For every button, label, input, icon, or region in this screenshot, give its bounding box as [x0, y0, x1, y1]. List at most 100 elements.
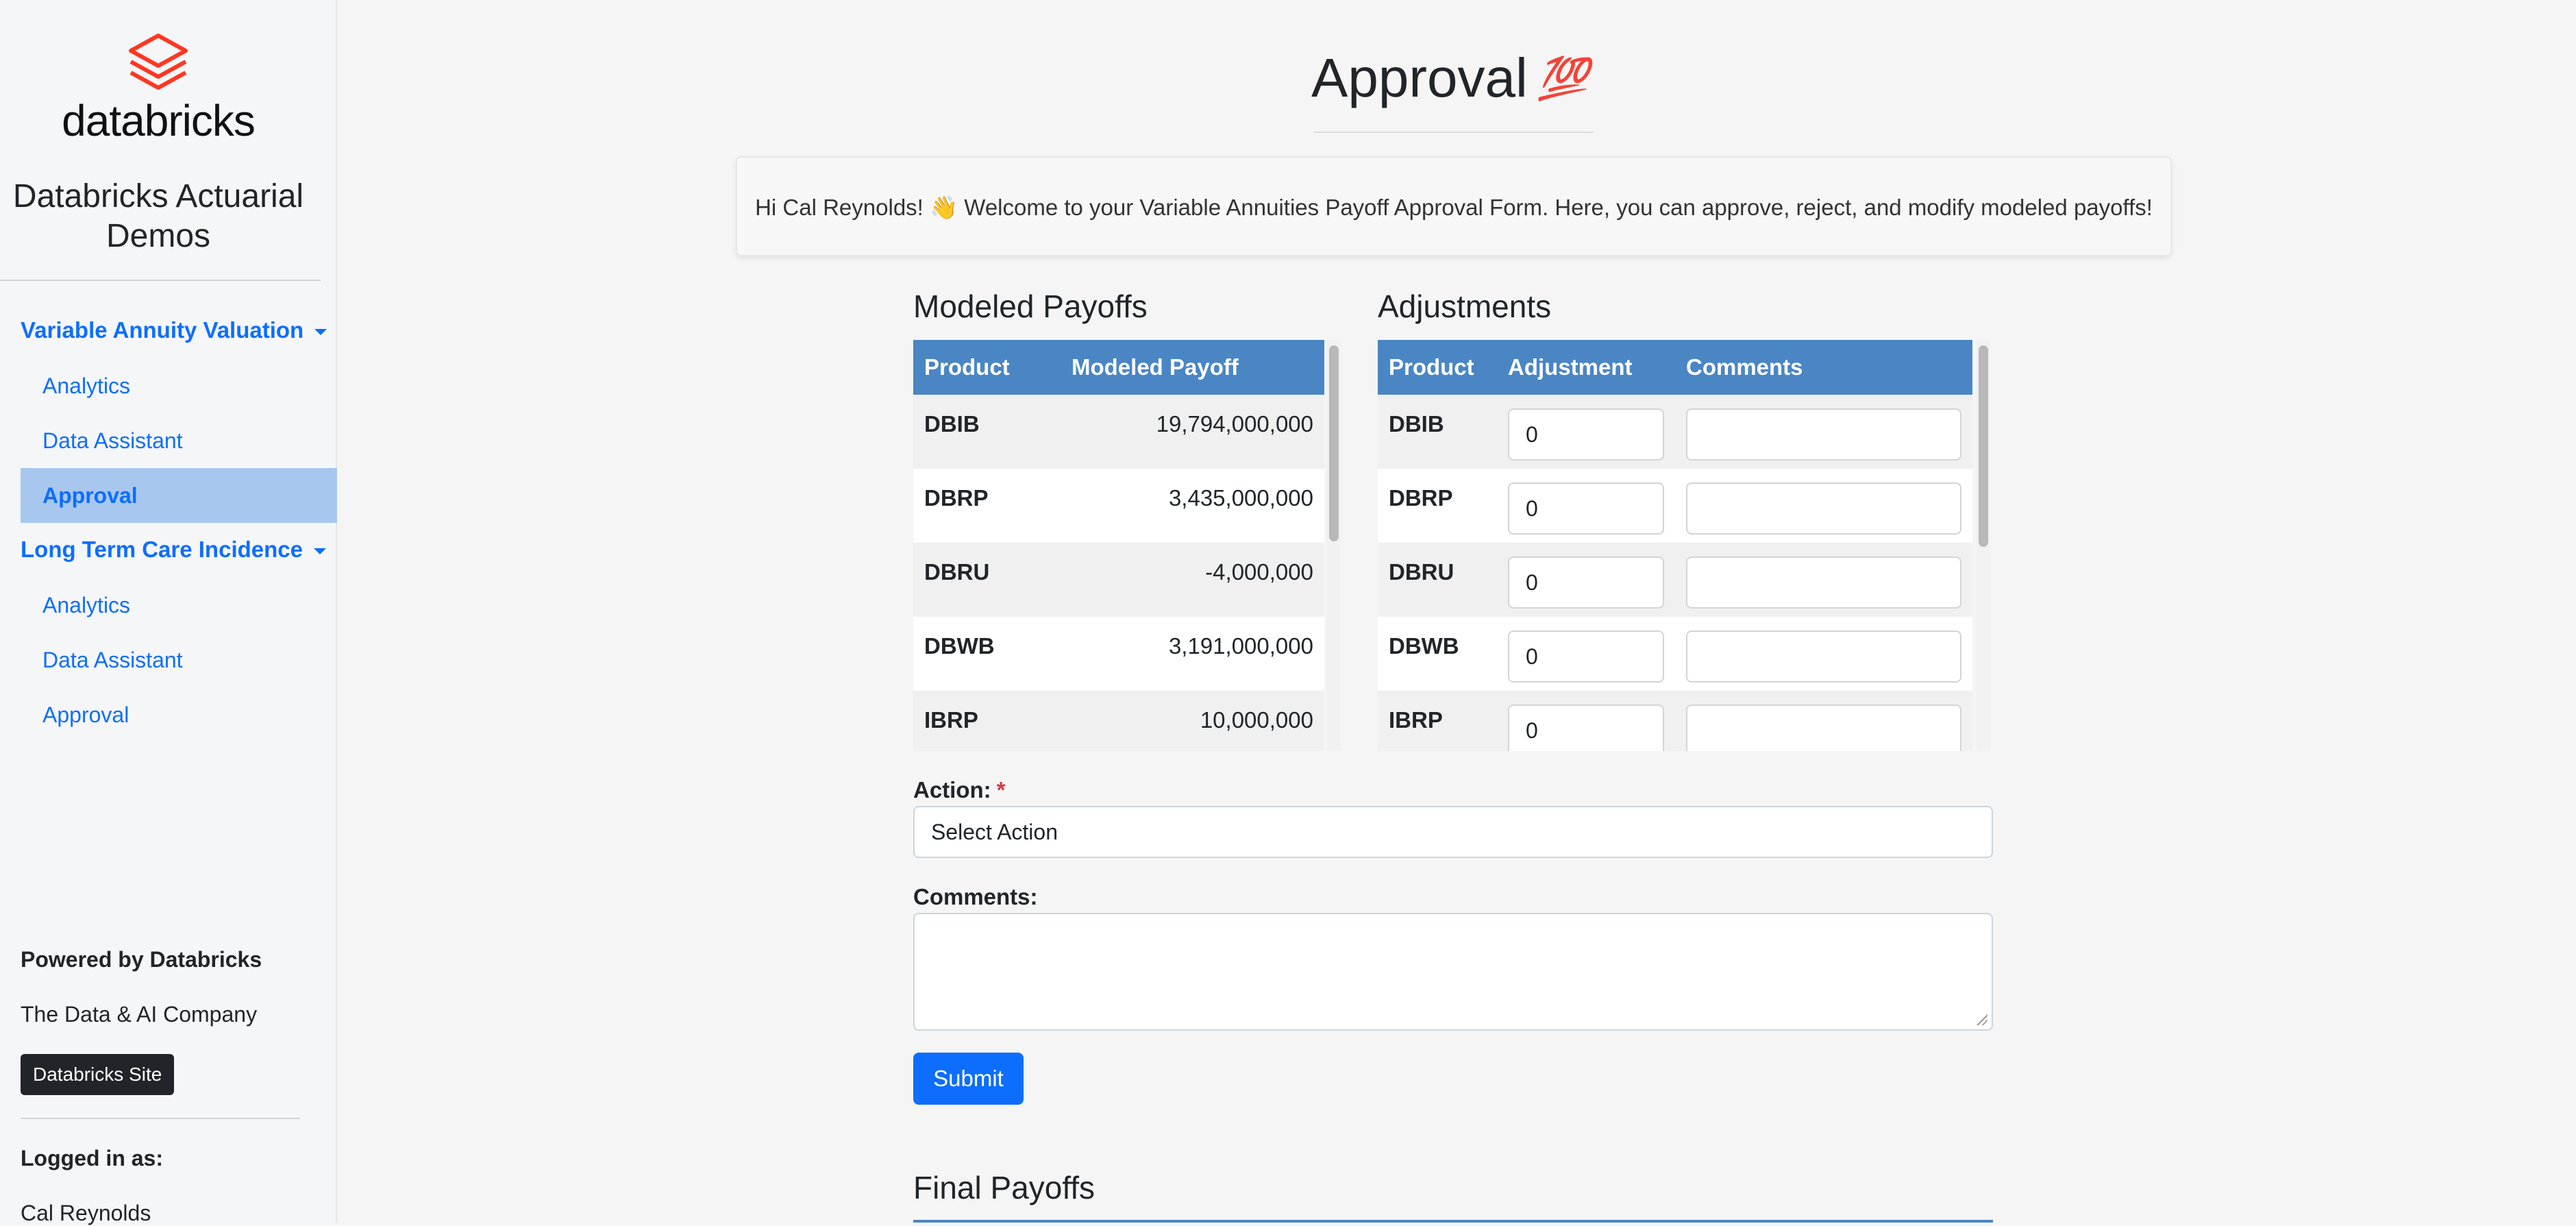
- adjustments-table-scrollbar[interactable]: [1977, 340, 1990, 751]
- sidebar-item-label: Approval: [42, 483, 138, 508]
- column-header-product[interactable]: Product: [1378, 340, 1497, 395]
- modeled-payoffs-heading: Modeled Payoffs: [913, 289, 1148, 324]
- brand-logo[interactable]: databricks: [0, 32, 317, 143]
- adjustment-cell: 0: [1497, 395, 1675, 469]
- comment-input[interactable]: [1686, 556, 1961, 609]
- brand-wordmark: databricks: [62, 96, 256, 145]
- adjustment-input[interactable]: 0: [1508, 482, 1664, 535]
- sidebar-item-label: Analytics: [42, 373, 131, 398]
- product-cell: DBRU: [1378, 543, 1497, 617]
- table-row: DBWB 3,191,000,000: [913, 617, 1324, 691]
- logged-in-user: Cal Reynolds: [21, 1201, 151, 1225]
- nav-section-variable-annuity[interactable]: Variable Annuity Valuation: [21, 317, 327, 343]
- product-cell: DBRP: [1378, 469, 1497, 543]
- comment-input[interactable]: [1686, 704, 1961, 751]
- welcome-banner: Hi Cal Reynolds! 👋 Welcome to your Varia…: [736, 156, 2172, 256]
- comment-cell: [1675, 469, 1972, 543]
- product-cell: DBRP: [913, 469, 1061, 543]
- table-row: DBRU -4,000,000: [913, 543, 1324, 617]
- adjustment-input[interactable]: 0: [1508, 630, 1664, 683]
- sidebar-item-ltc-data-assistant[interactable]: Data Assistant: [21, 633, 337, 687]
- product-cell: DBIB: [1378, 395, 1497, 469]
- powered-by-subtitle: The Data & AI Company: [21, 1002, 258, 1027]
- comment-input[interactable]: [1686, 630, 1961, 683]
- sidebar: databricks Databricks Actuarial Demos Va…: [0, 0, 337, 1225]
- payoff-cell: 3,191,000,000: [1061, 617, 1324, 691]
- sidebar-item-label: Analytics: [42, 593, 131, 617]
- page-title: Approval 💯: [1311, 45, 1589, 112]
- adjustment-cell: 0: [1497, 617, 1675, 691]
- product-cell: IBRP: [1378, 691, 1497, 751]
- sidebar-item-ltc-analytics[interactable]: Analytics: [21, 578, 337, 633]
- product-cell: DBIB: [913, 395, 1061, 469]
- sidebar-item-label: Approval: [42, 702, 129, 727]
- action-label: Action: *: [913, 777, 1006, 803]
- table-row: DBRU 0: [1378, 543, 1972, 617]
- databricks-site-button[interactable]: Databricks Site: [21, 1054, 175, 1095]
- final-payoffs-heading: Final Payoffs: [913, 1170, 1095, 1205]
- product-cell: IBRP: [913, 691, 1061, 751]
- comment-cell: [1675, 691, 1972, 751]
- table-row: DBIB 19,794,000,000: [913, 395, 1324, 469]
- sidebar-item-label: Data Assistant: [42, 648, 183, 672]
- page-title-text: Approval: [1311, 47, 1528, 108]
- comment-input[interactable]: [1686, 408, 1961, 461]
- resize-handle-icon[interactable]: [1977, 1014, 1987, 1025]
- table-row: DBIB 0: [1378, 395, 1972, 469]
- hundred-points-icon: 💯: [1537, 56, 1589, 101]
- logged-in-label: Logged in as:: [21, 1146, 163, 1170]
- welcome-text: Hi Cal Reynolds! 👋 Welcome to your Varia…: [755, 195, 2153, 220]
- sidebar-item-va-analytics[interactable]: Analytics: [21, 358, 337, 413]
- title-divider: [1314, 132, 1594, 133]
- submit-button[interactable]: Submit: [913, 1053, 1024, 1105]
- modeled-payoffs-table[interactable]: Product Modeled Payoff DBIB 19,794,000,0…: [913, 340, 1324, 751]
- comments-textarea[interactable]: [913, 913, 1993, 1031]
- table-row: DBWB 0: [1378, 617, 1972, 691]
- databricks-logo-icon: [129, 34, 188, 90]
- caret-down-icon: [314, 328, 327, 335]
- sidebar-divider: [0, 280, 321, 281]
- sidebar-item-va-approval[interactable]: Approval: [21, 468, 337, 523]
- product-cell: DBWB: [913, 617, 1061, 691]
- action-select[interactable]: Select Action: [913, 806, 1993, 858]
- comment-input[interactable]: [1686, 482, 1961, 535]
- comment-cell: [1675, 617, 1972, 691]
- sidebar-item-va-data-assistant[interactable]: Data Assistant: [21, 413, 337, 468]
- scrollbar-thumb[interactable]: [1329, 345, 1339, 541]
- scrollbar-thumb[interactable]: [1979, 345, 1988, 547]
- table-row: DBRP 3,435,000,000: [913, 469, 1324, 543]
- payoff-cell: 3,435,000,000: [1061, 469, 1324, 543]
- comments-label: Comments:: [913, 884, 1038, 909]
- nav-section-label: Variable Annuity Valuation: [21, 317, 304, 343]
- adjustment-input[interactable]: 0: [1508, 556, 1664, 609]
- column-header-comments[interactable]: Comments: [1675, 340, 1972, 395]
- final-payoffs-table-header: [913, 1220, 1993, 1223]
- app-title: Databricks Actuarial Demos: [12, 178, 304, 254]
- modeled-table-scrollbar[interactable]: [1327, 340, 1341, 751]
- nav-section-label: Long Term Care Incidence: [21, 537, 303, 562]
- column-header-adjustment[interactable]: Adjustment: [1497, 340, 1675, 395]
- sidebar-item-ltc-approval[interactable]: Approval: [21, 687, 337, 742]
- adjustments-table[interactable]: Product Adjustment Comments DBIB 0 DBRP …: [1378, 340, 1972, 751]
- table-row: IBRP 10,000,000: [913, 691, 1324, 751]
- product-cell: DBRU: [913, 543, 1061, 617]
- comment-cell: [1675, 395, 1972, 469]
- payoff-cell: -4,000,000: [1061, 543, 1324, 617]
- sidebar-item-label: Data Assistant: [42, 428, 183, 453]
- adjustment-input[interactable]: 0: [1508, 704, 1664, 751]
- required-mark: *: [996, 777, 1006, 802]
- comment-cell: [1675, 543, 1972, 617]
- table-row: IBRP 0: [1378, 691, 1972, 751]
- adjustments-heading: Adjustments: [1378, 289, 1552, 324]
- column-header-modeled-payoff[interactable]: Modeled Payoff: [1061, 340, 1324, 395]
- column-header-product[interactable]: Product: [913, 340, 1061, 395]
- adjustment-input[interactable]: 0: [1508, 408, 1664, 461]
- product-cell: DBWB: [1378, 617, 1497, 691]
- caret-down-icon: [313, 548, 326, 554]
- payoff-cell: 19,794,000,000: [1061, 395, 1324, 469]
- powered-by-title: Powered by Databricks: [21, 947, 262, 972]
- table-row: DBRP 0: [1378, 469, 1972, 543]
- sidebar-divider: [21, 1118, 300, 1119]
- adjustment-cell: 0: [1497, 691, 1675, 751]
- nav-section-long-term-care[interactable]: Long Term Care Incidence: [21, 537, 326, 563]
